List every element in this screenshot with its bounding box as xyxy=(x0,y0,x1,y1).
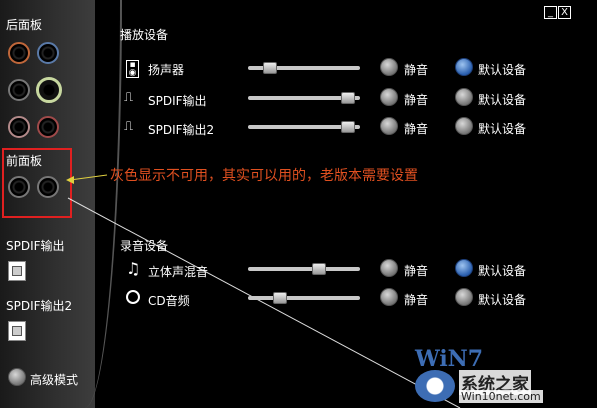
default-device-label: 默认设备 xyxy=(478,264,527,278)
watermark-brand: WiN7 xyxy=(415,346,484,372)
mute-label: 静音 xyxy=(404,293,429,307)
recording-device-label: CD音频 xyxy=(148,294,190,308)
annotation-arrow-head xyxy=(66,176,74,184)
watermark: WiN7 系统之家 Win10net.com xyxy=(403,344,593,406)
recording-devices-title: 录音设备 xyxy=(120,239,169,253)
recording-device-label: 立体声混音 xyxy=(148,265,209,279)
annotation-arrow-line xyxy=(69,174,108,181)
mute-radio[interactable] xyxy=(380,259,398,277)
music-note-icon: ♫ xyxy=(126,259,141,278)
slider-thumb[interactable] xyxy=(312,263,326,275)
watermark-logo-icon xyxy=(415,370,455,402)
mute-label: 静音 xyxy=(404,264,429,278)
volume-slider[interactable] xyxy=(248,292,360,304)
default-device-label: 默认设备 xyxy=(478,293,527,307)
default-device-radio[interactable] xyxy=(455,288,473,306)
volume-slider[interactable] xyxy=(248,263,360,275)
pointer-line xyxy=(67,197,461,408)
default-device-radio[interactable] xyxy=(455,259,473,277)
watermark-url: Win10net.com xyxy=(459,390,543,403)
mute-radio[interactable] xyxy=(380,288,398,306)
cd-icon xyxy=(126,290,140,304)
slider-thumb[interactable] xyxy=(273,292,287,304)
